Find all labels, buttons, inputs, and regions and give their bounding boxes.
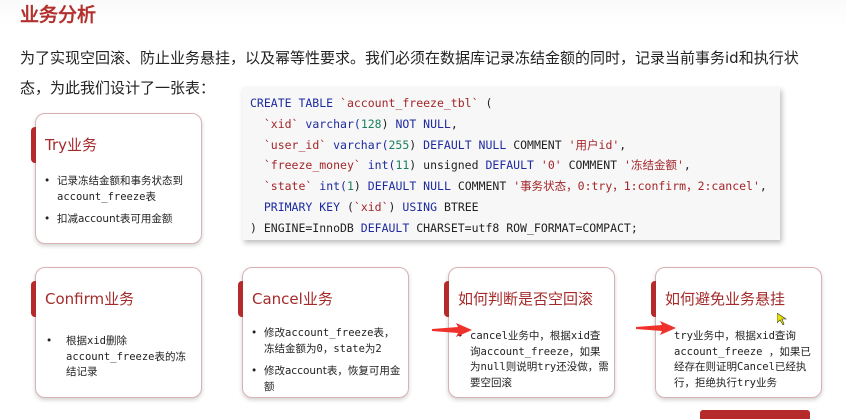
card-accent: [31, 281, 36, 317]
red-arrow-icon: [432, 323, 472, 337]
card-try: Try业务 • 记录冻结金额和事务状态到account_freeze表 • 扣减ac…: [31, 113, 202, 244]
card-title: Try业务: [45, 136, 98, 154]
card-list: try业务中，根据xid查询account_freeze ，如果已经存在则证明C…: [664, 329, 817, 398]
code-line: `user_id` varchar(255) DEFAULT NULL COMM…: [263, 137, 627, 152]
list-item: • 扣减account表可用金额: [44, 213, 173, 225]
card-cancel: Cancel业务 • 修改account_freeze表，冻结金额为0，state…: [238, 267, 409, 398]
card-accent: [651, 281, 656, 317]
red-arrow-icon: [636, 321, 676, 335]
card-avoid-suspension: 如何避免业务悬挂 try业务中，根据xid查询account_freeze ，如…: [651, 267, 822, 398]
card-confirm: Confirm业务 • 根据xid删除account_freeze表的冻结记录: [31, 267, 202, 398]
card-list: • cancel业务中，根据xid查询account_freeze，如果为null…: [457, 329, 610, 398]
list-item: try业务中，根据xid查询account_freeze ，如果已经存在则证明C…: [674, 330, 811, 389]
header-bar: [0, 0, 846, 26]
bottom-banner-fragment: [700, 410, 810, 419]
code-line: CREATE TABLE `account_freeze_tbl` (: [250, 96, 493, 110]
card-title: Cancel业务: [252, 290, 333, 308]
card-accent: [444, 281, 449, 317]
sql-code-block: CREATE TABLE `account_freeze_tbl` ( `xid…: [242, 87, 780, 240]
code-line: ) ENGINE=InnoDB DEFAULT CHARSET=utf8 ROW…: [250, 220, 638, 235]
list-item: • 记录冻结金额和事务状态到account_freeze表: [44, 175, 183, 203]
list-item: • 根据xid删除account_freeze表的冻结记录: [46, 335, 187, 378]
list-item: • 修改account表，恢复可用金额: [251, 365, 401, 393]
list-item: • 修改account_freeze表，冻结金额为0，state为2: [251, 327, 395, 355]
code-line: `freeze_money` int(11) unsigned DEFAULT …: [263, 158, 691, 173]
card-title: 如何判断是否空回滚: [458, 290, 594, 308]
card-title: Confirm业务: [45, 290, 135, 308]
mouse-cursor-icon: [777, 313, 787, 325]
list-item: • cancel业务中，根据xid查询account_freeze，如果为null…: [457, 330, 609, 389]
card-accent: [238, 281, 243, 317]
page-title: 业务分析: [20, 4, 97, 26]
code-line: `xid` varchar(128) NOT NULL,: [263, 116, 458, 131]
card-empty-rollback: 如何判断是否空回滚 • cancel业务中，根据xid查询account_free…: [444, 267, 615, 398]
card-accent: [31, 127, 36, 163]
card-list: • 修改account_freeze表，冻结金额为0，state为2 • 修改acc…: [251, 326, 404, 402]
card-list: • 记录冻结金额和事务状态到account_freeze表 • 扣减account表…: [44, 174, 197, 235]
card-list: • 根据xid删除account_freeze表的冻结记录: [46, 334, 187, 388]
code-line: `state` int(1) DEFAULT NULL COMMENT '事务状…: [263, 179, 767, 194]
card-title: 如何避免业务悬挂: [665, 290, 786, 308]
code-line: PRIMARY KEY (`xid`) USING BTREE: [263, 199, 479, 214]
